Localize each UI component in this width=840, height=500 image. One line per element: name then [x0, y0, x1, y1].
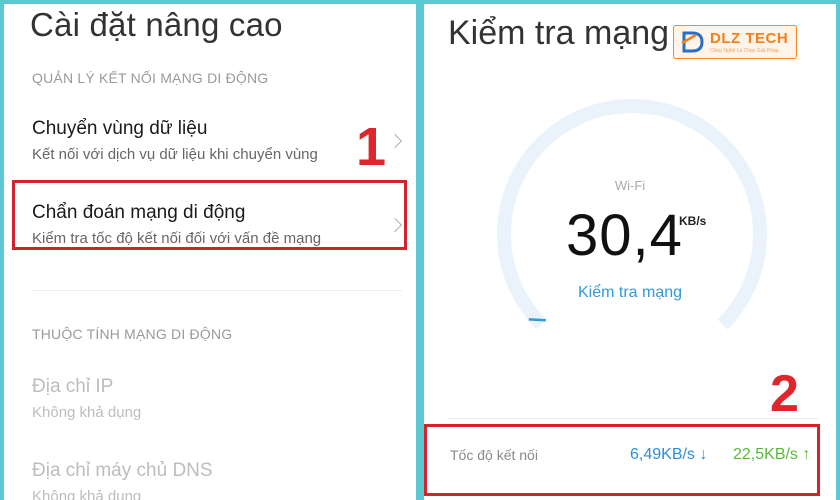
connection-speed-label: Tốc độ kết nối — [450, 447, 538, 463]
section-header-mobile-connection: QUẢN LÝ KẾT NỐI MẠNG DI ĐỘNG — [32, 70, 269, 86]
mobile-network-diagnosis-title: Chẩn đoán mạng di động — [32, 202, 246, 223]
advanced-settings-screen: Cài đặt nâng cao QUẢN LÝ KẾT NỐI MẠNG DI… — [4, 4, 416, 500]
check-network-link[interactable]: Kiểm tra mạng — [424, 284, 836, 302]
download-speed: 6,49KB/s ↓ — [630, 446, 708, 463]
mobile-network-diagnosis-subtitle: Kiểm tra tốc độ kết nối đối với vấn đề m… — [32, 230, 322, 247]
chevron-right-icon — [387, 217, 403, 233]
logo-tagline: Công Nghệ Là Chạy Giải Pháp — [710, 48, 779, 54]
section-divider — [32, 290, 402, 291]
logo-text: DLZ TECH — [710, 30, 789, 47]
speed-unit: KB/s — [679, 214, 707, 228]
annotation-number-1: 1 — [356, 117, 387, 177]
upload-speed: 22,5KB/s ↑ — [733, 446, 811, 463]
dns-server-value: Không khả dụng — [32, 488, 142, 500]
chevron-right-icon — [387, 133, 403, 149]
section-header-mobile-properties: THUỘC TÍNH MẠNG DI ĐỘNG — [32, 326, 233, 342]
data-roaming-title: Chuyển vùng dữ liệu — [32, 118, 208, 139]
speed-value: 30,4 — [566, 203, 683, 268]
annotation-number-2: 2 — [770, 365, 799, 423]
ip-address-item: Địa chỉ IP Không khả dụng — [12, 368, 406, 436]
gauge-fill — [528, 318, 546, 322]
network-check-screen: Kiểm tra mạng DLZ TECH Công Nghệ Là Chạy… — [424, 4, 836, 500]
dns-server-title: Địa chỉ máy chủ DNS — [32, 460, 213, 481]
page-title: Cài đặt nâng cao — [30, 6, 283, 43]
ip-address-title: Địa chỉ IP — [32, 376, 114, 397]
network-type-label: Wi-Fi — [614, 178, 646, 193]
data-roaming-item[interactable]: Chuyển vùng dữ liệu Kết nối với dịch vụ … — [12, 110, 406, 178]
dns-server-item: Địa chỉ máy chủ DNS Không khả dụng — [12, 452, 406, 500]
logo-mark-icon — [681, 31, 704, 53]
mobile-network-diagnosis-item[interactable]: Chẩn đoán mạng di động Kiểm tra tốc độ k… — [12, 194, 406, 262]
dlz-tech-logo: DLZ TECH Công Nghệ Là Chạy Giải Pháp — [673, 25, 797, 59]
page-title: Kiểm tra mạng — [448, 14, 670, 52]
section-divider — [448, 418, 818, 419]
ip-address-value: Không khả dụng — [32, 404, 142, 421]
data-roaming-subtitle: Kết nối với dịch vụ dữ liệu khi chuyển v… — [32, 146, 318, 163]
